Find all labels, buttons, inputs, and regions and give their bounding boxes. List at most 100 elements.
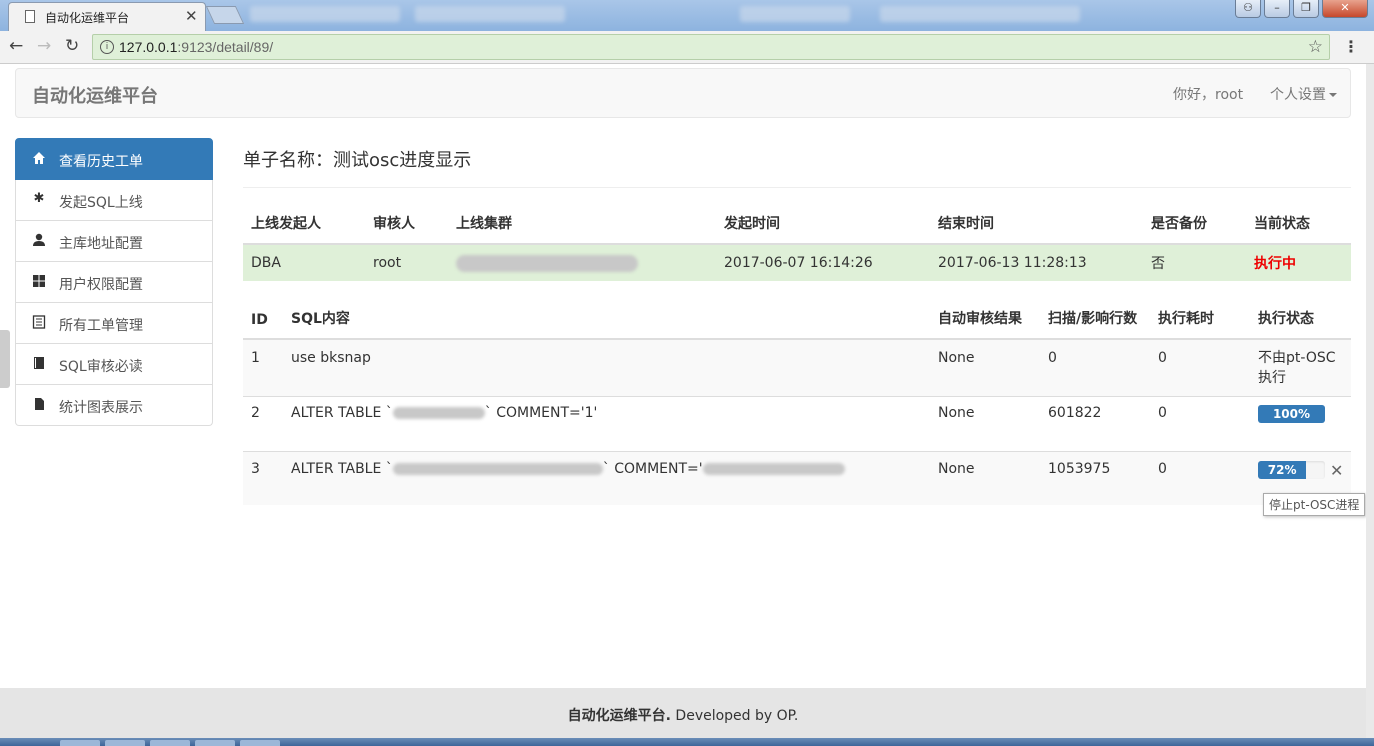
minimize-button[interactable]: – [1264,0,1290,18]
reload-icon[interactable]: ↻ [65,36,79,56]
taskbar-item[interactable] [240,740,280,746]
book-icon [32,356,46,370]
table-row: 1 use bksnap None 0 0 不由pt-OSC执行 [243,339,1351,397]
sidebar-item-charts[interactable]: 统计图表展示 [15,385,213,426]
time-cell: 0 [1150,339,1250,397]
caret-down-icon [1329,93,1337,97]
file-icon [32,397,46,411]
sidebar-item-label: 统计图表展示 [59,400,143,416]
sidebar-item-permissions[interactable]: 用户权限配置 [15,262,213,303]
redacted-cluster [456,254,638,272]
column-header: 执行状态 [1250,302,1351,340]
footer-text: 自动化运维平台. Developed by OP. [0,705,1366,725]
cluster-cell [448,244,716,281]
taskbar-item[interactable] [105,740,145,746]
sql-prefix: ALTER TABLE ` [291,460,393,477]
osc-progress-bar: 100% [1258,404,1325,423]
blurred-tab[interactable] [740,6,850,22]
footer-brand: 自动化运维平台. [567,708,671,724]
sidebar-item-all-orders[interactable]: 所有工单管理 [15,303,213,344]
status-badge: 执行中 [1246,244,1351,281]
taskbar-item[interactable] [195,740,235,746]
browser-tab-title: 自动化运维平台 [45,11,130,25]
taskbar-item[interactable] [150,740,190,746]
blurred-tab[interactable] [250,6,400,22]
column-header: 发起时间 [716,208,930,245]
state-cell: 不由pt-OSC执行 [1250,339,1351,397]
sidebar-item-submit-sql[interactable]: ✱ 发起SQL上线 [15,180,213,221]
sql-cell: ALTER TABLE ` ` COMMENT=' [283,451,930,505]
submitter-cell: DBA [243,244,365,281]
end-time-cell: 2017-06-13 11:28:13 [930,244,1143,281]
blurred-tab[interactable] [415,6,565,22]
browser-menu-icon[interactable]: ⋮ [1343,37,1359,56]
forward-arrow-icon[interactable]: → [37,36,51,56]
id-cell: 1 [243,339,283,397]
column-header: 当前状态 [1246,208,1351,245]
id-cell: 2 [243,396,283,452]
osc-progress-bar: 72% [1258,460,1325,479]
personal-settings-dropdown[interactable]: 个人设置 [1270,84,1337,104]
redacted-table-name [392,406,485,419]
page-title: 单子名称：测试osc进度显示 [243,150,472,171]
sidebar-item-sql-guide[interactable]: SQL审核必读 [15,344,213,385]
state-cell: 100% [1250,396,1351,452]
rows-cell: 1053975 [1040,451,1150,505]
back-arrow-icon[interactable]: ← [9,36,23,56]
address-bar[interactable]: i 127.0.0.1:9123/detail/89/ ☆ [92,34,1330,60]
column-header: 审核人 [365,208,448,245]
audit-cell: None [930,396,1040,452]
sql-suffix: ` COMMENT='1' [484,404,598,421]
sidebar-item-label: 所有工单管理 [59,318,143,334]
new-tab-button[interactable] [205,6,245,24]
column-header: 是否备份 [1143,208,1246,245]
navbar-brand[interactable]: 自动化运维平台 [32,82,158,108]
table-header-row: 上线发起人 审核人 上线集群 发起时间 结束时间 是否备份 当前状态 [243,208,1351,245]
sidebar-item-label: SQL审核必读 [59,359,143,375]
column-header: 上线集群 [448,208,716,245]
browser-tab-active[interactable]: 自动化运维平台 ✕ [8,2,206,31]
settings-label: 个人设置 [1270,87,1326,103]
window-controls: ⚇ – ❐ ✕ [1235,0,1368,18]
stop-osc-close-icon[interactable]: ✕ [1330,461,1343,480]
scrollbar[interactable] [1366,64,1374,746]
sidebar-item-master-config[interactable]: 主库地址配置 [15,221,213,262]
info-icon[interactable]: i [100,40,114,54]
sidebar-item-label: 主库地址配置 [59,236,143,252]
taskbar-item[interactable] [60,740,100,746]
bookmark-star-icon[interactable]: ☆ [1308,37,1323,57]
audit-cell: None [930,339,1040,397]
column-header: 执行耗时 [1150,302,1250,340]
user-icon [32,233,46,247]
list-icon [32,315,46,329]
start-time-cell: 2017-06-07 16:14:26 [716,244,930,281]
app-navbar: 自动化运维平台 你好，root 个人设置 [15,68,1351,118]
sql-suffix: ` COMMENT=' [602,460,703,477]
asterisk-icon: ✱ [33,191,45,206]
user-icon[interactable]: ⚇ [1235,0,1261,18]
column-header: ID [243,302,283,340]
page-edge-handle[interactable] [0,330,10,388]
reviewer-cell: root [365,244,448,281]
document-icon [25,10,35,23]
progress-fill: 100% [1258,404,1325,423]
blurred-tab[interactable] [880,6,1080,22]
sidebar-item-history[interactable]: 查看历史工单 [15,138,213,180]
table-header-row: ID SQL内容 自动审核结果 扫描/影响行数 执行耗时 执行状态 [243,302,1351,340]
sql-cell: use bksnap [283,339,930,397]
stop-osc-tooltip: 停止pt-OSC进程 [1263,493,1366,516]
close-tab-icon[interactable]: ✕ [185,7,198,25]
page-footer: 自动化运维平台. Developed by OP. [0,688,1366,738]
column-header: 上线发起人 [243,208,365,245]
rows-cell: 601822 [1040,396,1150,452]
grid-icon [32,274,46,288]
url-text: 127.0.0.1:9123/detail/89/ [119,39,274,55]
sidebar-item-label: 用户权限配置 [59,277,143,293]
time-cell: 0 [1150,451,1250,505]
close-window-button[interactable]: ✕ [1322,0,1368,18]
rows-cell: 0 [1040,339,1150,397]
order-info-table: 上线发起人 审核人 上线集群 发起时间 结束时间 是否备份 当前状态 DBA r… [243,208,1351,281]
maximize-button[interactable]: ❐ [1293,0,1319,18]
divider [243,187,1351,188]
redacted-comment [702,462,845,475]
